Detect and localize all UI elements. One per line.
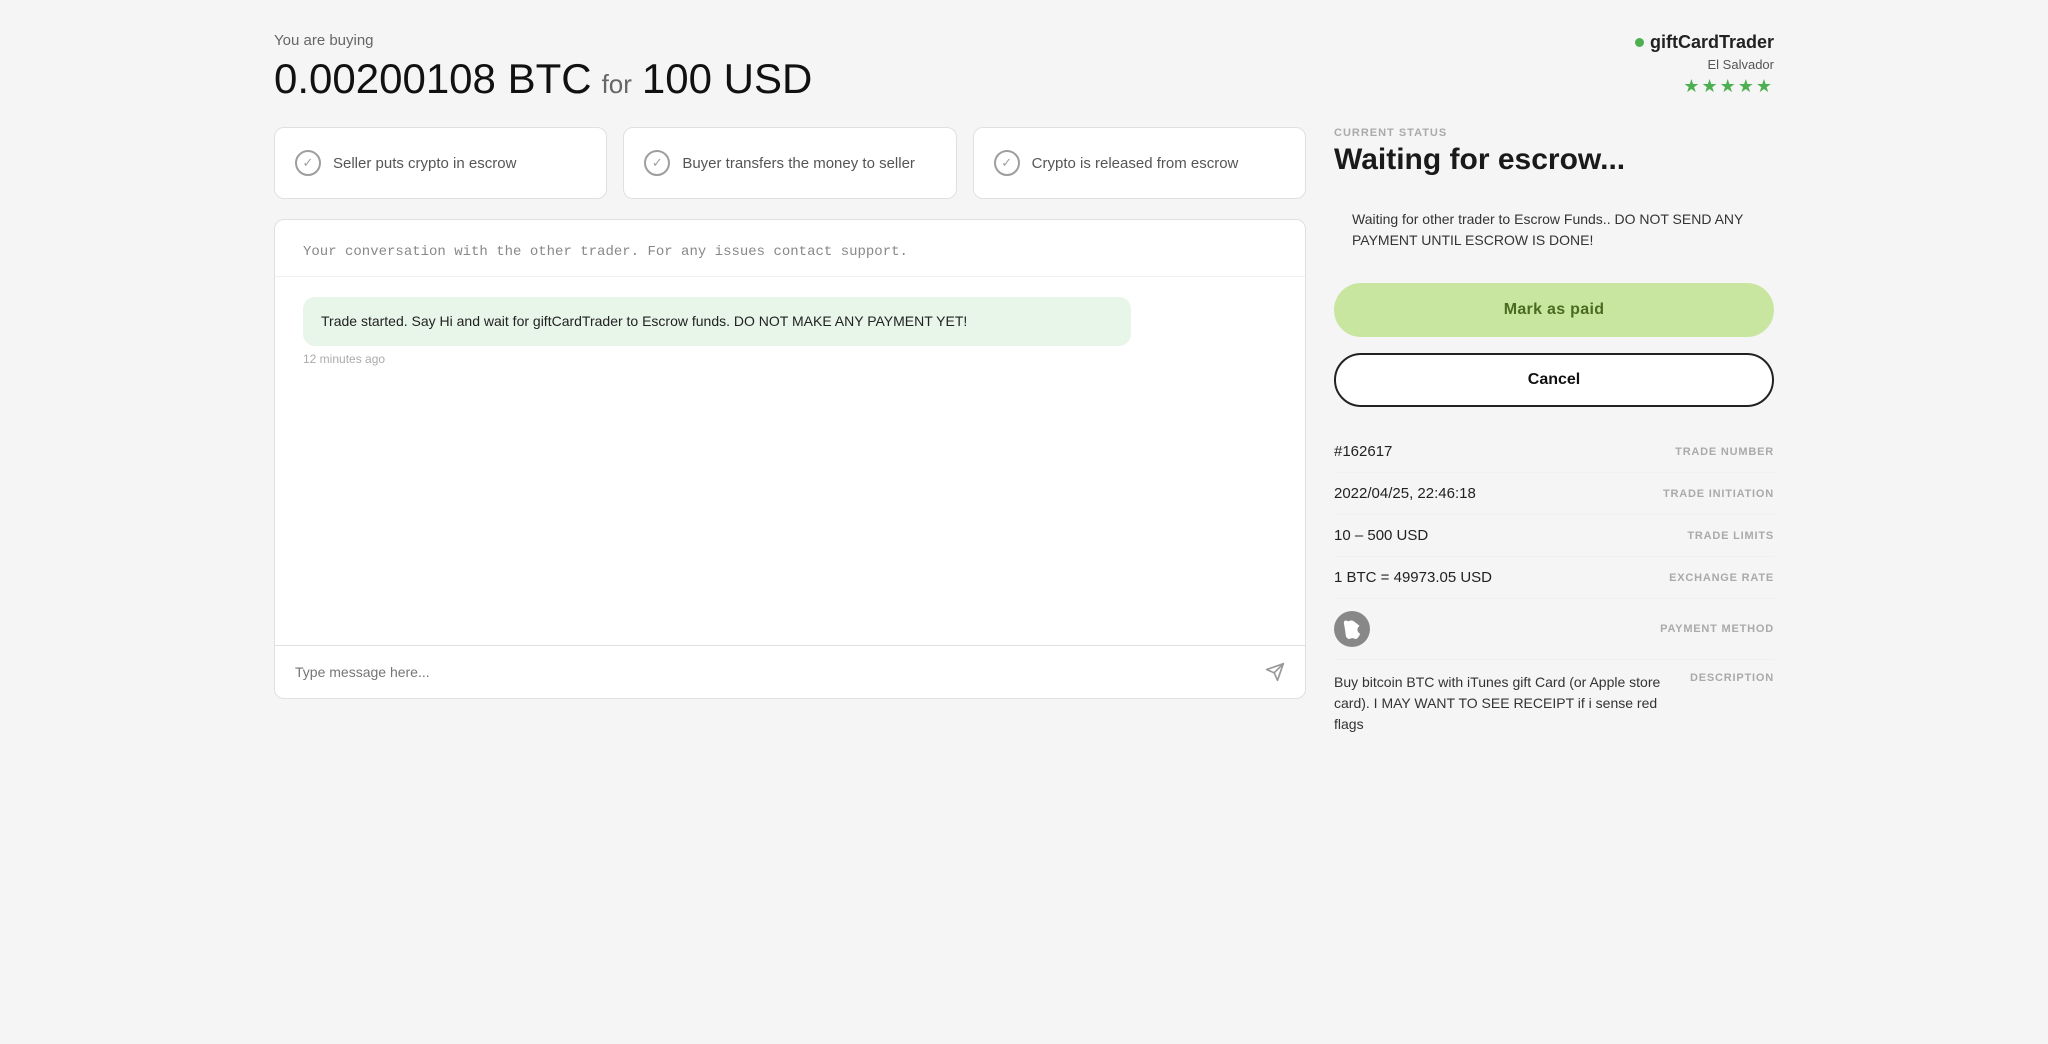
step-2-icon: ✓ bbox=[644, 150, 670, 176]
description-text: Buy bitcoin BTC with iTunes gift Card (o… bbox=[1334, 672, 1678, 735]
trader-location: El Salvador bbox=[1708, 57, 1774, 72]
chat-bubble: Trade started. Say Hi and wait for giftC… bbox=[303, 297, 1131, 346]
status-section: CURRENT STATUS Waiting for escrow... bbox=[1334, 127, 1774, 177]
exchange-rate-value: 1 BTC = 49973.05 USD bbox=[1334, 569, 1492, 586]
current-status-label: CURRENT STATUS bbox=[1334, 127, 1774, 139]
step-3-card: ✓ Crypto is released from escrow bbox=[973, 127, 1306, 199]
btc-amount: 0.00200108 BTC bbox=[274, 55, 592, 103]
description-row: Buy bitcoin BTC with iTunes gift Card (o… bbox=[1334, 660, 1774, 747]
escrow-warning: Waiting for other trader to Escrow Funds… bbox=[1334, 193, 1774, 267]
step-2-card: ✓ Buyer transfers the money to seller bbox=[623, 127, 956, 199]
status-title: Waiting for escrow... bbox=[1334, 143, 1774, 177]
chat-timestamp: 12 minutes ago bbox=[303, 352, 1277, 366]
chat-input-row bbox=[275, 645, 1305, 698]
chat-message-wrapper: Trade started. Say Hi and wait for giftC… bbox=[303, 297, 1277, 366]
trader-stars: ★★★★★ bbox=[1683, 76, 1774, 97]
description-label: DESCRIPTION bbox=[1690, 672, 1774, 684]
usd-amount: 100 USD bbox=[642, 55, 812, 103]
right-panel: CURRENT STATUS Waiting for escrow... Wai… bbox=[1334, 127, 1774, 747]
trade-limits-label: TRADE LIMITS bbox=[1687, 530, 1774, 542]
main-content: ✓ Seller puts crypto in escrow ✓ Buyer t… bbox=[274, 127, 1774, 747]
trade-info: You are buying 0.00200108 BTC for 100 US… bbox=[274, 32, 812, 103]
trader-name-row: giftCardTrader bbox=[1635, 32, 1774, 53]
send-button[interactable] bbox=[1265, 662, 1285, 682]
step-1-icon: ✓ bbox=[295, 150, 321, 176]
step-1-card: ✓ Seller puts crypto in escrow bbox=[274, 127, 607, 199]
trade-number-row: #162617 TRADE NUMBER bbox=[1334, 431, 1774, 473]
apple-payment-icon bbox=[1334, 611, 1370, 647]
trader-name[interactable]: giftCardTrader bbox=[1650, 32, 1774, 53]
cancel-button[interactable]: Cancel bbox=[1334, 353, 1774, 407]
payment-method-row: PAYMENT METHOD bbox=[1334, 599, 1774, 660]
trade-limits-value: 10 – 500 USD bbox=[1334, 527, 1428, 544]
trade-initiation-value: 2022/04/25, 22:46:18 bbox=[1334, 485, 1476, 502]
step-3-label: Crypto is released from escrow bbox=[1032, 153, 1239, 174]
mark-paid-button[interactable]: Mark as paid bbox=[1334, 283, 1774, 337]
trader-info: giftCardTrader El Salvador ★★★★★ bbox=[1635, 32, 1774, 97]
step-2-label: Buyer transfers the money to seller bbox=[682, 153, 915, 174]
left-panel: ✓ Seller puts crypto in escrow ✓ Buyer t… bbox=[274, 127, 1306, 699]
chat-messages: Trade started. Say Hi and wait for giftC… bbox=[275, 277, 1305, 645]
trade-limits-row: 10 – 500 USD TRADE LIMITS bbox=[1334, 515, 1774, 557]
step-3-icon: ✓ bbox=[994, 150, 1020, 176]
trade-number-label: TRADE NUMBER bbox=[1675, 446, 1774, 458]
trade-details: #162617 TRADE NUMBER 2022/04/25, 22:46:1… bbox=[1334, 423, 1774, 747]
exchange-rate-label: EXCHANGE RATE bbox=[1669, 572, 1774, 584]
header-section: You are buying 0.00200108 BTC for 100 US… bbox=[274, 32, 1774, 103]
trade-initiation-label: TRADE INITIATION bbox=[1663, 488, 1774, 500]
steps-row: ✓ Seller puts crypto in escrow ✓ Buyer t… bbox=[274, 127, 1306, 199]
trade-initiation-row: 2022/04/25, 22:46:18 TRADE INITIATION bbox=[1334, 473, 1774, 515]
step-1-label: Seller puts crypto in escrow bbox=[333, 153, 516, 174]
chat-header-note: Your conversation with the other trader.… bbox=[275, 220, 1305, 277]
exchange-rate-row: 1 BTC = 49973.05 USD EXCHANGE RATE bbox=[1334, 557, 1774, 599]
trade-number-value: #162617 bbox=[1334, 443, 1392, 460]
chat-container: Your conversation with the other trader.… bbox=[274, 219, 1306, 699]
payment-method-label: PAYMENT METHOD bbox=[1660, 623, 1774, 635]
online-indicator bbox=[1635, 38, 1644, 47]
buy-label: You are buying bbox=[274, 32, 812, 49]
trade-amount: 0.00200108 BTC for 100 USD bbox=[274, 55, 812, 103]
chat-input[interactable] bbox=[295, 664, 1253, 680]
for-word: for bbox=[602, 69, 632, 100]
